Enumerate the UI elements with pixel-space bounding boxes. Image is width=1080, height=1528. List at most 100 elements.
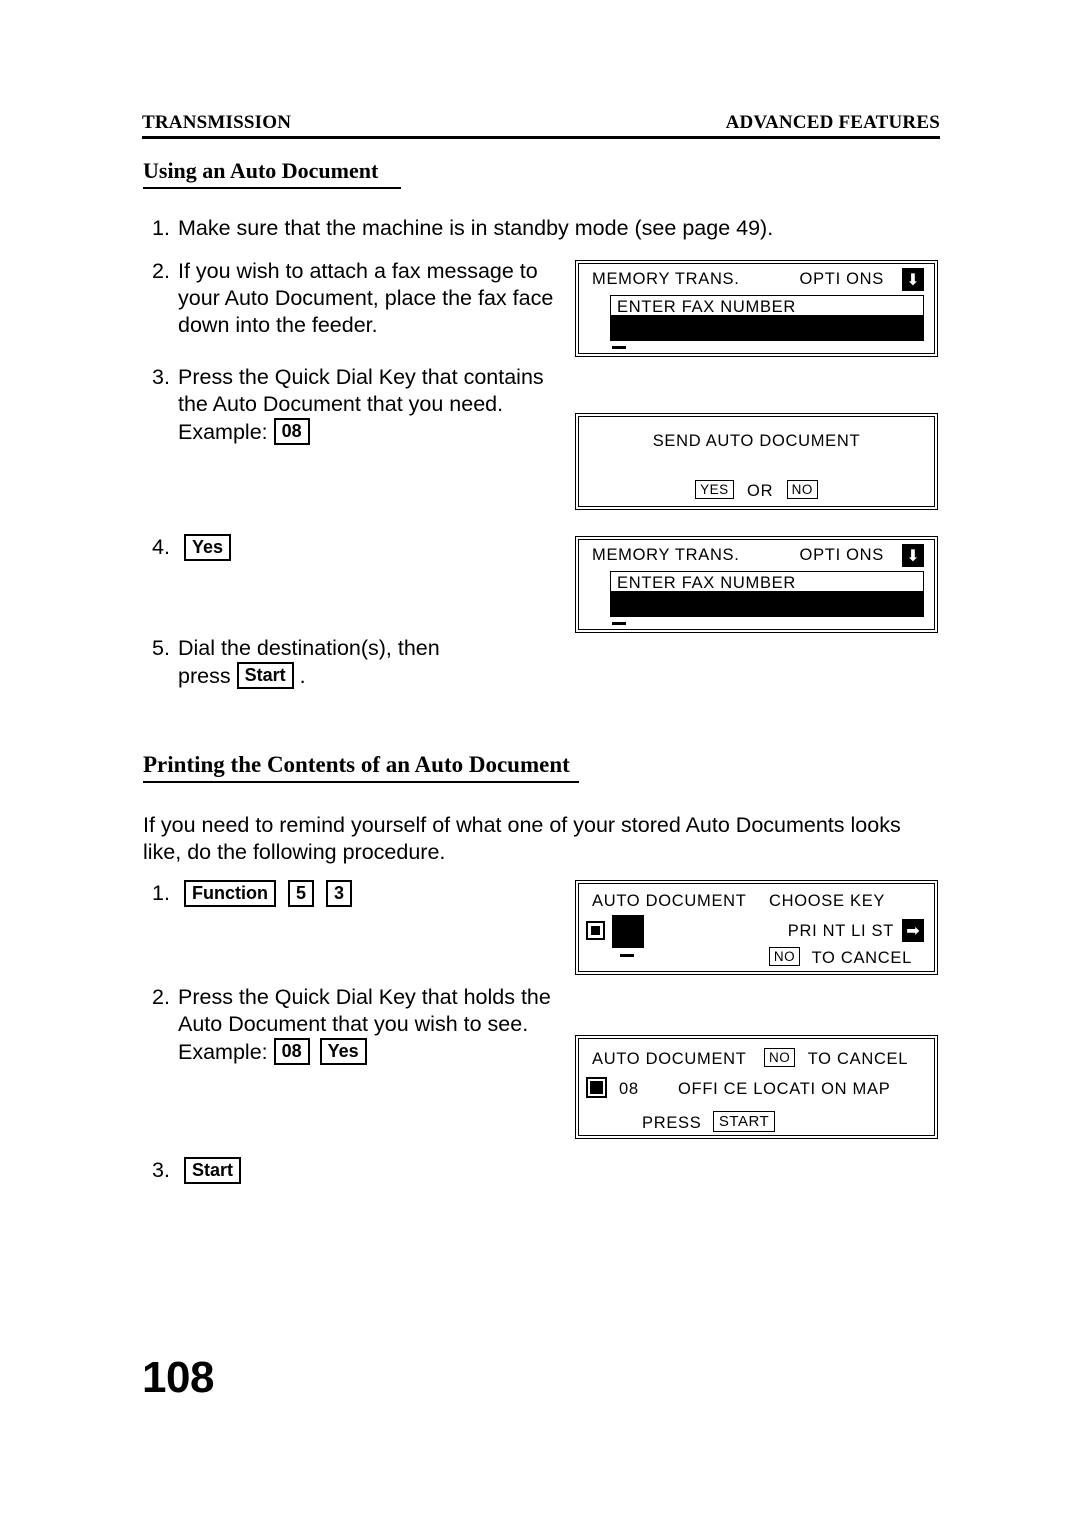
softkey-no[interactable]: NO	[764, 1048, 796, 1067]
fax-entry-bar	[611, 591, 923, 616]
text-cursor-icon	[612, 622, 626, 625]
quick-dial-indicator-icon	[586, 921, 605, 940]
step-1-4: 4. Yes	[152, 534, 452, 562]
lcd-screen: MEMORY TRANS. OPTI ONS ⬇ ENTER FAX NUMBE…	[578, 539, 935, 630]
manual-page: TRANSMISSION ADVANCED FEATURES Using an …	[0, 0, 1080, 1528]
lcd-screen: AUTO DOCUMENT NO TO CANCEL 08 OFFI CE LO…	[578, 1038, 935, 1136]
lcd-title: MEMORY TRANS.	[592, 546, 740, 564]
key-entry-block	[612, 915, 644, 948]
yes-no-prompt: YES OR NO	[579, 480, 934, 501]
step-body: Press the Quick Dial Key that holds the …	[178, 985, 551, 1066]
running-header: TRANSMISSION ADVANCED FEATURES	[142, 112, 940, 134]
softkey-start[interactable]: START	[712, 1111, 776, 1132]
key-08[interactable]: 08	[273, 1038, 310, 1065]
lcd-panel-auto-document-choose-key: AUTO DOCUMENT CHOOSE KEY PRI NT LI ST ➡ …	[575, 880, 938, 975]
step-body: Make sure that the machine is in standby…	[178, 216, 774, 240]
header-left-title: TRANSMISSION	[142, 112, 292, 133]
step-1-5: 5. Dial the destination(s), then press S…	[152, 635, 572, 690]
press-period: .	[299, 664, 306, 688]
step-1-1: 1. Make sure that the machine is in stan…	[152, 215, 852, 242]
step-number: 2.	[152, 259, 170, 283]
choose-key-label: CHOOSE KEY	[769, 892, 886, 910]
text-cursor-icon	[620, 954, 634, 957]
section2-intro-paragraph: If you need to remind yourself of what o…	[143, 813, 901, 864]
step-2-3: 3. Start	[152, 1157, 452, 1185]
section-heading-text: Using an Auto Document	[143, 158, 379, 183]
step-number: 4.	[152, 535, 170, 559]
press-start-line: press Start .	[178, 662, 440, 690]
section-heading-text: Printing the Contents of an Auto Documen…	[143, 752, 570, 777]
step-2-2: 2. Press the Quick Dial Key that holds t…	[152, 984, 582, 1066]
header-divider	[142, 136, 940, 139]
press-label: PRESS	[642, 1114, 702, 1132]
lcd-title: MEMORY TRANS.	[592, 270, 740, 288]
key-5[interactable]: 5	[287, 880, 314, 907]
lcd-options-label: OPTI ONS	[799, 546, 884, 564]
step-1-3: 3. Press the Quick Dial Key that contain…	[152, 364, 572, 446]
fax-entry-bar	[611, 315, 923, 340]
step-number: 5.	[152, 636, 170, 660]
down-arrow-icon[interactable]: ⬇	[902, 544, 924, 567]
step-number: 2.	[152, 985, 170, 1009]
lcd-title: AUTO DOCUMENT	[592, 892, 747, 910]
example-line: Example: 08 Yes	[178, 1038, 551, 1066]
lcd-title: AUTO DOCUMENT	[592, 1050, 747, 1068]
step-number: 1.	[152, 216, 170, 240]
section-heading-using-auto-document: Using an Auto Document	[143, 158, 401, 189]
softkey-no[interactable]: NO	[786, 480, 818, 499]
step-1-2: 2. If you wish to attach a fax message t…	[152, 258, 572, 339]
example-label: Example:	[178, 420, 268, 444]
lcd-panel-memory-trans-2: MEMORY TRANS. OPTI ONS ⬇ ENTER FAX NUMBE…	[575, 536, 938, 633]
print-list-label: PRI NT LI ST	[787, 922, 894, 940]
step-body: Press the Quick Dial Key that contains t…	[178, 365, 544, 446]
key-start[interactable]: Start	[236, 662, 294, 689]
lcd-title: SEND AUTO DOCUMENT	[652, 432, 861, 450]
example-line: Example: 08	[178, 418, 544, 446]
step-number: 1.	[152, 881, 170, 905]
lcd-options-label: OPTI ONS	[799, 270, 884, 288]
key-yes[interactable]: Yes	[184, 534, 232, 561]
key-function[interactable]: Function	[184, 880, 276, 907]
softkey-yes[interactable]: YES	[695, 480, 734, 499]
fax-number-field[interactable]: ENTER FAX NUMBER	[610, 571, 924, 617]
page-number: 108	[142, 1353, 214, 1402]
softkey-no[interactable]: NO	[768, 947, 801, 966]
cancel-prompt: NO TO CANCEL	[764, 1048, 908, 1069]
to-cancel-label: TO CANCEL	[811, 949, 912, 967]
text-cursor-icon	[612, 346, 626, 349]
press-label: press	[178, 664, 231, 688]
heading-underline	[143, 187, 401, 189]
right-arrow-icon[interactable]: ➡	[902, 919, 924, 942]
cancel-prompt: NO TO CANCEL	[768, 947, 912, 968]
key-3[interactable]: 3	[325, 880, 352, 907]
key-08[interactable]: 08	[273, 418, 310, 445]
step-body: If you wish to attach a fax message to y…	[178, 259, 554, 337]
step-body: Start	[178, 1157, 242, 1185]
key-yes[interactable]: Yes	[319, 1038, 367, 1065]
to-cancel-label: TO CANCEL	[807, 1050, 909, 1068]
step-number: 3.	[152, 365, 170, 389]
header-right-title: ADVANCED FEATURES	[725, 112, 940, 133]
lcd-panel-auto-document-office-map: AUTO DOCUMENT NO TO CANCEL 08 OFFI CE LO…	[575, 1035, 938, 1139]
quick-dial-number: 08	[619, 1080, 639, 1098]
lcd-screen: AUTO DOCUMENT CHOOSE KEY PRI NT LI ST ➡ …	[578, 883, 935, 972]
step-2-1: 1. Function 5 3	[152, 880, 512, 908]
section-heading-printing-contents: Printing the Contents of an Auto Documen…	[143, 752, 579, 783]
auto-document-name: OFFI CE LOCATI ON MAP	[678, 1080, 891, 1098]
step-body: Yes	[178, 534, 232, 562]
step-body: Function 5 3	[178, 880, 352, 908]
example-label: Example:	[178, 1040, 268, 1064]
step-body: Dial the destination(s), then press Star…	[178, 636, 440, 690]
press-start-prompt: PRESS START	[642, 1111, 776, 1133]
or-label: OR	[747, 482, 774, 500]
lcd-screen: SEND AUTO DOCUMENT YES OR NO	[578, 416, 935, 507]
down-arrow-icon[interactable]: ⬇	[902, 268, 924, 291]
lcd-panel-send-auto-document: SEND AUTO DOCUMENT YES OR NO	[575, 413, 938, 510]
key-start[interactable]: Start	[184, 1157, 242, 1184]
lcd-panel-memory-trans-1: MEMORY TRANS. OPTI ONS ⬇ ENTER FAX NUMBE…	[575, 260, 938, 357]
quick-dial-indicator-icon	[586, 1077, 607, 1098]
fax-number-field[interactable]: ENTER FAX NUMBER	[610, 295, 924, 341]
lcd-screen: MEMORY TRANS. OPTI ONS ⬇ ENTER FAX NUMBE…	[578, 263, 935, 354]
heading-underline	[143, 781, 579, 783]
step-number: 3.	[152, 1158, 170, 1182]
